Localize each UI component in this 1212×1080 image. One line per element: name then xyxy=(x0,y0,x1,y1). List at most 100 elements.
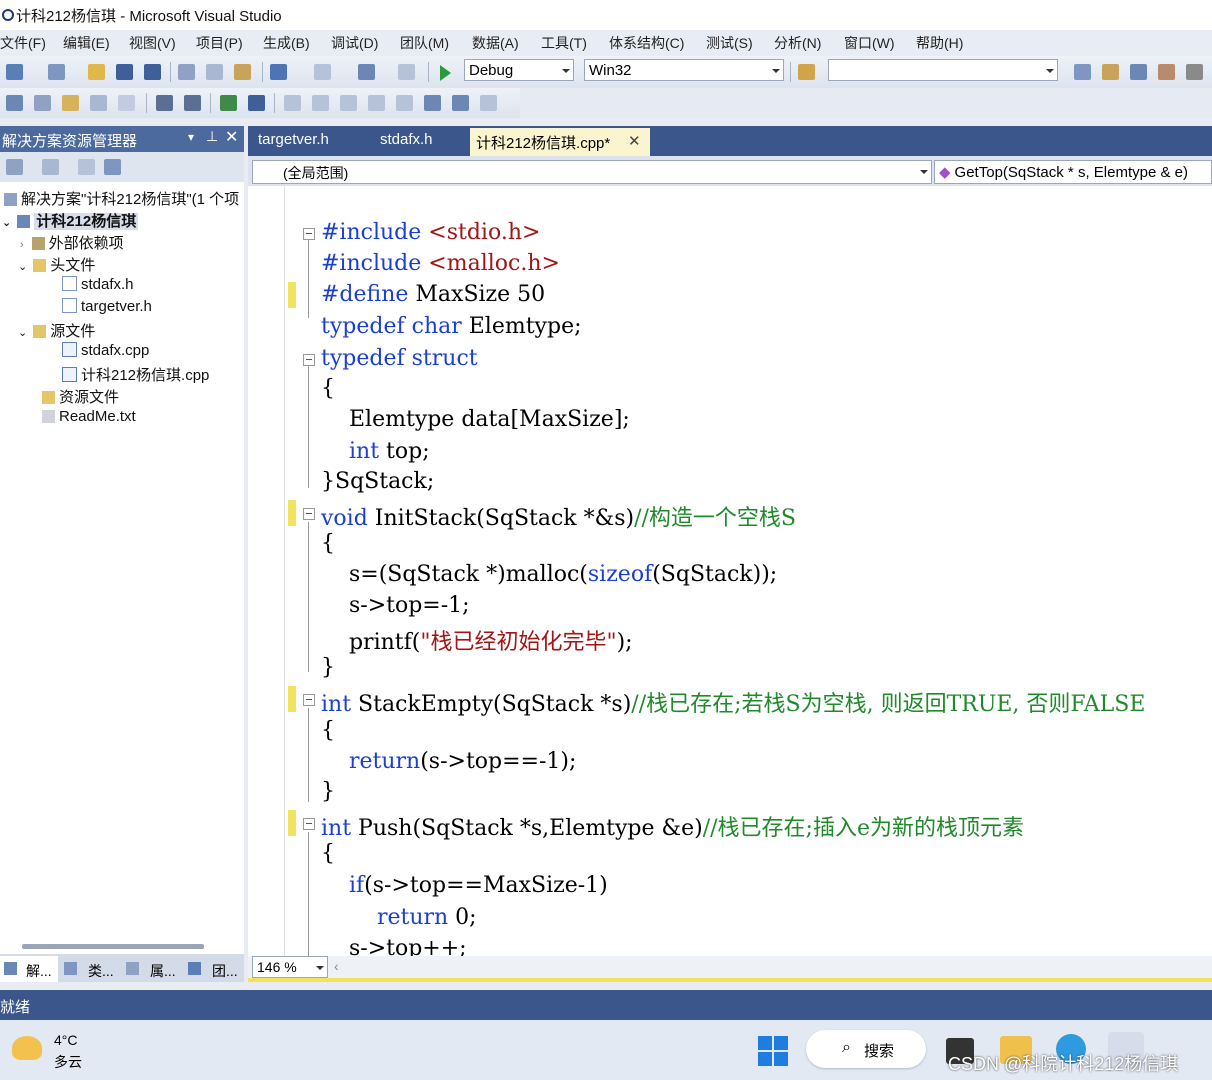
menu-tools[interactable]: 工具(T) xyxy=(541,33,587,53)
start-debugging-icon[interactable] xyxy=(440,65,451,81)
taskbar-search-box[interactable]: ⌕ 搜索 xyxy=(806,1030,926,1068)
toggle-bookmark-icon[interactable] xyxy=(284,95,301,111)
collapse-toggle[interactable] xyxy=(303,228,315,240)
expanded-arrow-icon[interactable]: ⌄ xyxy=(18,327,27,339)
tree-node-external-deps[interactable]: › 外部依赖项 xyxy=(20,232,124,253)
clear-bookmarks-icon[interactable] xyxy=(480,95,497,111)
tree-node-solution[interactable]: 解决方案"计科212杨信琪"(1 个项 xyxy=(4,188,239,209)
paste-icon[interactable] xyxy=(234,64,251,80)
menu-analyze[interactable]: 分析(N) xyxy=(774,33,821,53)
tree-node-main-cpp[interactable]: 计科212杨信琪.cpp xyxy=(62,364,209,385)
menu-test[interactable]: 测试(S) xyxy=(706,33,753,53)
weather-cloud-icon[interactable] xyxy=(12,1036,42,1060)
menu-project[interactable]: 项目(P) xyxy=(196,33,243,53)
previous-bookmark-in-document-icon[interactable] xyxy=(424,95,441,111)
tab-property-manager[interactable]: 属... xyxy=(124,956,182,982)
undo-icon[interactable] xyxy=(270,64,287,80)
find-in-files-icon[interactable] xyxy=(798,64,815,80)
tree-node-stdafx-h[interactable]: stdafx.h xyxy=(62,276,134,293)
weather-condition[interactable]: 多云 xyxy=(54,1052,82,1072)
properties-icon[interactable] xyxy=(1102,64,1119,80)
windows-taskbar: 4°C 多云 ⌕ 搜索 CSDN @科院计科212杨信琪 xyxy=(0,1020,1212,1080)
close-tab-icon[interactable]: ✕ xyxy=(628,132,641,150)
uncomment-icon[interactable] xyxy=(248,95,265,111)
increase-indent-icon[interactable] xyxy=(184,95,201,111)
add-item-icon[interactable] xyxy=(48,64,65,80)
window-position-dropdown-icon[interactable]: ▾ xyxy=(188,130,194,144)
object-browser-icon[interactable] xyxy=(1130,64,1147,80)
collapse-toggle[interactable] xyxy=(303,354,315,366)
tree-node-readme[interactable]: ReadMe.txt xyxy=(42,408,136,425)
copy-icon[interactable] xyxy=(206,64,223,80)
collapsed-arrow-icon[interactable]: › xyxy=(20,239,24,251)
display-quick-info-icon[interactable] xyxy=(62,95,79,111)
menu-data[interactable]: 数据(A) xyxy=(472,33,519,53)
comment-out-icon[interactable] xyxy=(220,95,237,111)
member-dropdown[interactable]: ◆ GetTop(SqStack * s, Elemtype & e) xyxy=(934,160,1212,184)
menu-window[interactable]: 窗口(W) xyxy=(844,33,895,53)
solution-platform-select[interactable]: Win32 xyxy=(584,59,784,81)
code-editor[interactable]: #include <stdio.h> #include <malloc.h> #… xyxy=(248,186,1212,956)
menu-edit[interactable]: 编辑(E) xyxy=(63,33,110,53)
expanded-arrow-icon[interactable]: ⌄ xyxy=(2,217,11,229)
tab-team-explorer[interactable]: 团... xyxy=(186,956,244,982)
menu-view[interactable]: 视图(V) xyxy=(129,33,176,53)
close-panel-icon[interactable]: ✕ xyxy=(225,127,238,147)
class-diagram-icon[interactable] xyxy=(104,159,121,175)
toolbox-icon[interactable] xyxy=(1158,64,1175,80)
auto-hide-pin-icon[interactable]: ⊥ xyxy=(206,128,218,145)
weather-temperature[interactable]: 4°C xyxy=(54,1032,78,1048)
next-bookmark-in-folder-icon[interactable] xyxy=(396,95,413,111)
menu-team[interactable]: 团队(M) xyxy=(400,33,449,53)
open-file-icon[interactable] xyxy=(88,64,105,80)
tree-node-project[interactable]: ⌄ 计科212杨信琪 xyxy=(2,210,139,231)
tab-stdafx-h[interactable]: stdafx.h xyxy=(380,131,433,148)
cut-icon[interactable] xyxy=(178,64,195,80)
menu-debug[interactable]: 调试(D) xyxy=(331,33,378,53)
view-code-icon[interactable] xyxy=(78,159,95,175)
zoom-select[interactable]: 146 % xyxy=(252,956,328,978)
save-icon[interactable] xyxy=(116,64,133,80)
tree-node-stdafx-cpp[interactable]: stdafx.cpp xyxy=(62,342,149,359)
tab-solution-explorer[interactable]: 解... xyxy=(0,956,58,982)
tab-targetver-h[interactable]: targetver.h xyxy=(258,131,329,148)
menu-file[interactable]: 文件(F) xyxy=(0,33,46,53)
scope-dropdown[interactable]: (全局范围) xyxy=(252,160,932,184)
show-all-files-icon[interactable] xyxy=(42,159,59,175)
decrease-indent-icon[interactable] xyxy=(156,95,173,111)
menu-build[interactable]: 生成(B) xyxy=(263,33,310,53)
tab-main-cpp-active[interactable]: 计科212杨信琪.cpp* ✕ xyxy=(470,128,650,156)
navigate-backward-icon[interactable] xyxy=(358,64,375,80)
previous-bookmark-icon[interactable] xyxy=(312,95,329,111)
collapse-toggle[interactable] xyxy=(303,508,315,520)
tree-node-targetver-h[interactable]: targetver.h xyxy=(62,298,152,315)
display-word-completion-icon[interactable] xyxy=(90,95,107,111)
expanded-arrow-icon[interactable]: ⌄ xyxy=(18,261,27,273)
redo-icon[interactable] xyxy=(314,64,331,80)
new-project-icon[interactable] xyxy=(6,64,23,80)
next-bookmark-in-document-icon[interactable] xyxy=(452,95,469,111)
solution-configuration-select[interactable]: Debug xyxy=(464,59,574,81)
collapse-toggle[interactable] xyxy=(303,694,315,706)
toggle-whitespace-icon[interactable] xyxy=(118,95,135,111)
windows-start-icon[interactable] xyxy=(758,1036,788,1066)
find-combo[interactable] xyxy=(828,59,1058,81)
tree-node-source-files[interactable]: ⌄ 源文件 xyxy=(18,320,95,341)
scroll-left-icon[interactable]: ‹ xyxy=(334,958,339,974)
tree-horizontal-scrollbar[interactable] xyxy=(22,944,204,949)
previous-bookmark-in-folder-icon[interactable] xyxy=(368,95,385,111)
navigate-forward-icon[interactable] xyxy=(398,64,415,80)
tree-node-resource-files[interactable]: 资源文件 xyxy=(42,386,119,407)
collapse-toggle[interactable] xyxy=(303,818,315,830)
menu-help[interactable]: 帮助(H) xyxy=(916,33,963,53)
properties-icon[interactable] xyxy=(6,159,23,175)
tools-icon[interactable] xyxy=(1186,64,1203,80)
solution-explorer-icon[interactable] xyxy=(1074,64,1091,80)
display-parameter-info-icon[interactable] xyxy=(34,95,51,111)
menu-architecture[interactable]: 体系结构(C) xyxy=(609,33,684,53)
next-bookmark-icon[interactable] xyxy=(340,95,357,111)
tab-class-view[interactable]: 类... xyxy=(62,956,120,982)
tree-node-header-files[interactable]: ⌄ 头文件 xyxy=(18,254,95,275)
save-all-icon[interactable] xyxy=(144,64,161,80)
display-object-member-list-icon[interactable] xyxy=(6,95,23,111)
